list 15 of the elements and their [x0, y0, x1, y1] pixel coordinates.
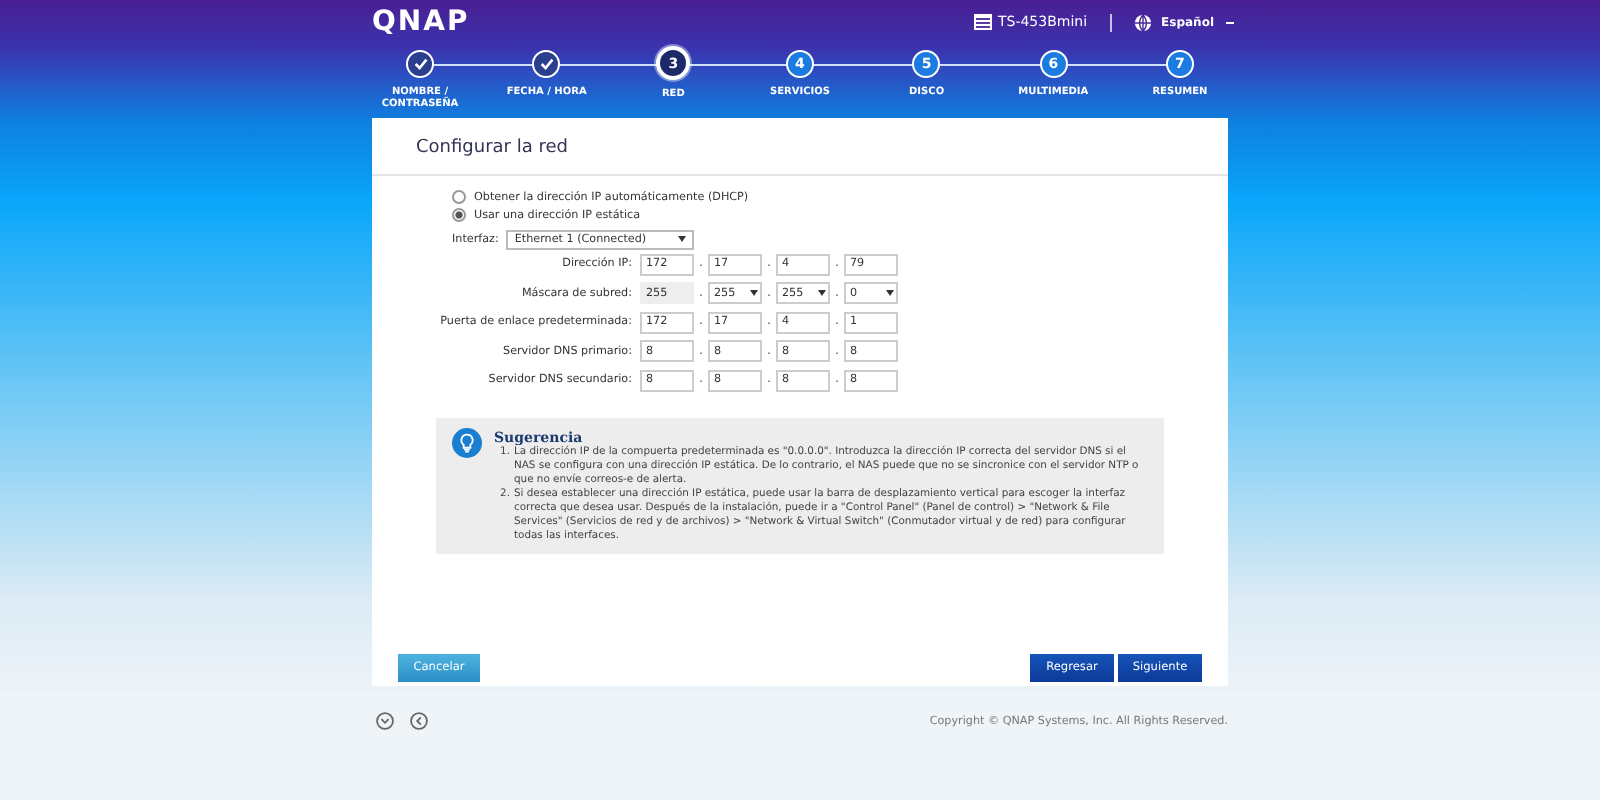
- caret-icon: [750, 290, 758, 297]
- check-icon[interactable]: [406, 50, 434, 78]
- logo: QNAP: [372, 6, 470, 38]
- globe-icon: [1133, 13, 1152, 31]
- lightbulb-icon: [452, 427, 482, 457]
- radio-button[interactable]: [452, 208, 466, 222]
- caret-icon: [818, 290, 826, 297]
- caret-icon: [886, 290, 894, 297]
- device-icon: [973, 14, 992, 30]
- page-title: Configurar la red: [372, 118, 1228, 176]
- caret-icon: [678, 236, 687, 242]
- radio-button[interactable]: [452, 190, 466, 204]
- circle-down-icon[interactable]: [376, 712, 394, 730]
- check-icon[interactable]: [532, 50, 561, 78]
- circle-arrow-icon[interactable]: [410, 712, 428, 730]
